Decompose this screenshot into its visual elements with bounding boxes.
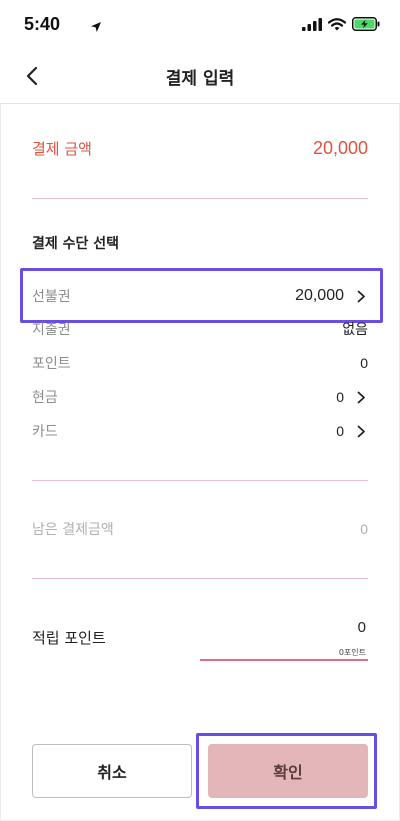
payment-method-card[interactable]: 카드 0: [32, 420, 368, 442]
location-arrow-icon: [90, 18, 102, 37]
wifi-icon: [327, 16, 347, 35]
confirm-button[interactable]: 확인: [208, 744, 368, 798]
earn-points-input[interactable]: 0 0포인트: [200, 617, 368, 661]
cancel-button[interactable]: 취소: [32, 744, 192, 798]
status-bar: 5:40: [0, 0, 400, 48]
payment-method-label: 지출권: [32, 322, 71, 338]
earn-points-label: 적립 포인트: [32, 629, 106, 647]
divider: [32, 578, 368, 579]
earn-points-value: 0: [357, 619, 366, 636]
earn-points-hint: 0포인트: [338, 648, 366, 657]
payment-method-label: 포인트: [32, 356, 71, 372]
divider: [32, 480, 368, 481]
payment-method-label: 선불권: [32, 289, 71, 305]
payment-amount-label: 결제 금액: [32, 140, 92, 158]
nav-header: 결제 입력: [0, 48, 400, 104]
divider: [32, 198, 368, 199]
remaining-amount-value: 0: [360, 521, 368, 537]
payment-amount-row: 결제 금액 20,000: [32, 138, 368, 159]
payment-method-points[interactable]: 포인트 0: [32, 352, 368, 374]
status-icons: [302, 16, 380, 35]
chevron-right-icon: [354, 390, 368, 404]
chevron-right-icon: [354, 289, 368, 303]
payment-amount-value: 20,000: [312, 138, 368, 158]
payment-method-prepaid[interactable]: 선불권 20,000: [32, 284, 368, 308]
battery-charging-icon: [352, 16, 380, 35]
chevron-right-icon: [354, 424, 368, 438]
payment-method-cash[interactable]: 현금 0: [32, 386, 368, 408]
payment-method-label: 카드: [32, 424, 58, 440]
payment-method-value: 0: [360, 355, 368, 371]
payment-method-value: 0: [336, 389, 344, 405]
content-frame: [0, 104, 400, 821]
payment-method-label: 현금: [32, 390, 58, 406]
payment-method-value: 0: [336, 423, 344, 439]
payment-method-section-title: 결제 수단 선택: [32, 236, 120, 252]
payment-method-expense[interactable]: 지출권 없음: [32, 318, 368, 340]
payment-method-value: 없음: [342, 321, 368, 337]
page-title: 결제 입력: [165, 69, 235, 89]
signal-bars-icon: [302, 16, 322, 35]
remaining-amount-label: 남은 결제금액: [32, 522, 114, 538]
payment-method-value: 20,000: [295, 287, 344, 304]
remaining-amount-row: 남은 결제금액 0: [32, 518, 368, 540]
status-time: 5:40: [24, 14, 61, 34]
